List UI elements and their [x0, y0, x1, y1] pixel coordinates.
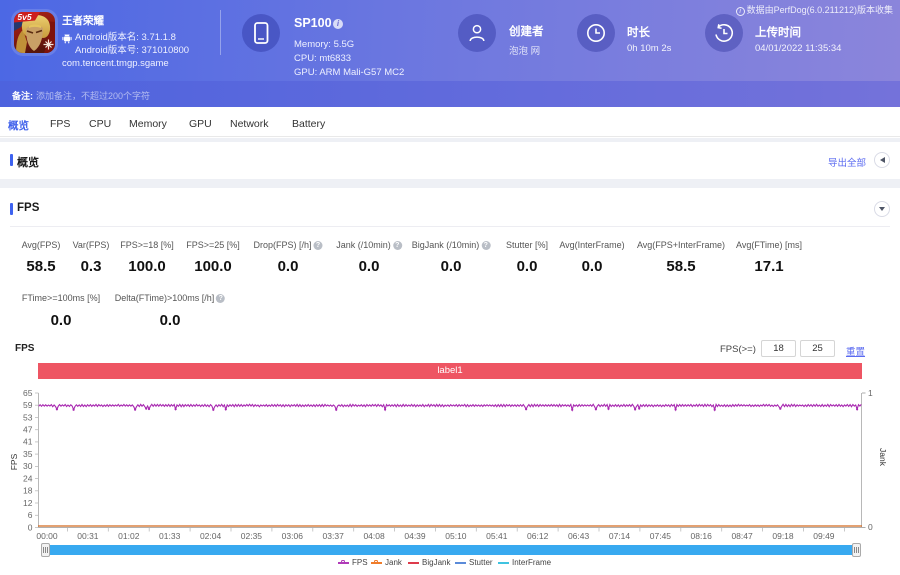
svg-text:6: 6	[28, 510, 33, 520]
svg-text:35: 35	[23, 449, 33, 459]
svg-text:12: 12	[23, 498, 33, 508]
svg-text:08:16: 08:16	[691, 531, 713, 541]
svg-text:05:41: 05:41	[486, 531, 508, 541]
svg-text:24: 24	[23, 473, 33, 483]
svg-text:0: 0	[28, 522, 33, 532]
svg-text:06:43: 06:43	[568, 531, 590, 541]
svg-text:Jank: Jank	[878, 448, 888, 467]
svg-text:06:12: 06:12	[527, 531, 549, 541]
svg-text:02:35: 02:35	[241, 531, 263, 541]
svg-text:07:14: 07:14	[609, 531, 631, 541]
svg-text:07:45: 07:45	[650, 531, 672, 541]
svg-text:53: 53	[23, 412, 33, 422]
svg-text:5v5: 5v5	[17, 12, 31, 22]
svg-text:01:33: 01:33	[159, 531, 181, 541]
svg-text:41: 41	[23, 437, 33, 447]
svg-text:04:39: 04:39	[404, 531, 426, 541]
svg-text:FPS: FPS	[9, 453, 19, 470]
svg-text:04:08: 04:08	[363, 531, 385, 541]
svg-text:09:18: 09:18	[772, 531, 794, 541]
svg-text:65: 65	[23, 388, 33, 398]
svg-text:59: 59	[23, 400, 33, 410]
svg-text:1: 1	[868, 388, 873, 398]
svg-text:03:37: 03:37	[323, 531, 345, 541]
svg-text:09:49: 09:49	[813, 531, 835, 541]
svg-text:0: 0	[868, 522, 873, 532]
svg-text:00:31: 00:31	[77, 531, 99, 541]
svg-text:00:00: 00:00	[36, 531, 58, 541]
svg-text:08:47: 08:47	[731, 531, 753, 541]
svg-text:18: 18	[23, 486, 33, 496]
svg-text:05:10: 05:10	[445, 531, 467, 541]
svg-text:02:04: 02:04	[200, 531, 222, 541]
svg-text:47: 47	[23, 425, 33, 435]
svg-text:01:02: 01:02	[118, 531, 140, 541]
svg-text:03:06: 03:06	[282, 531, 304, 541]
svg-text:30: 30	[23, 461, 33, 471]
